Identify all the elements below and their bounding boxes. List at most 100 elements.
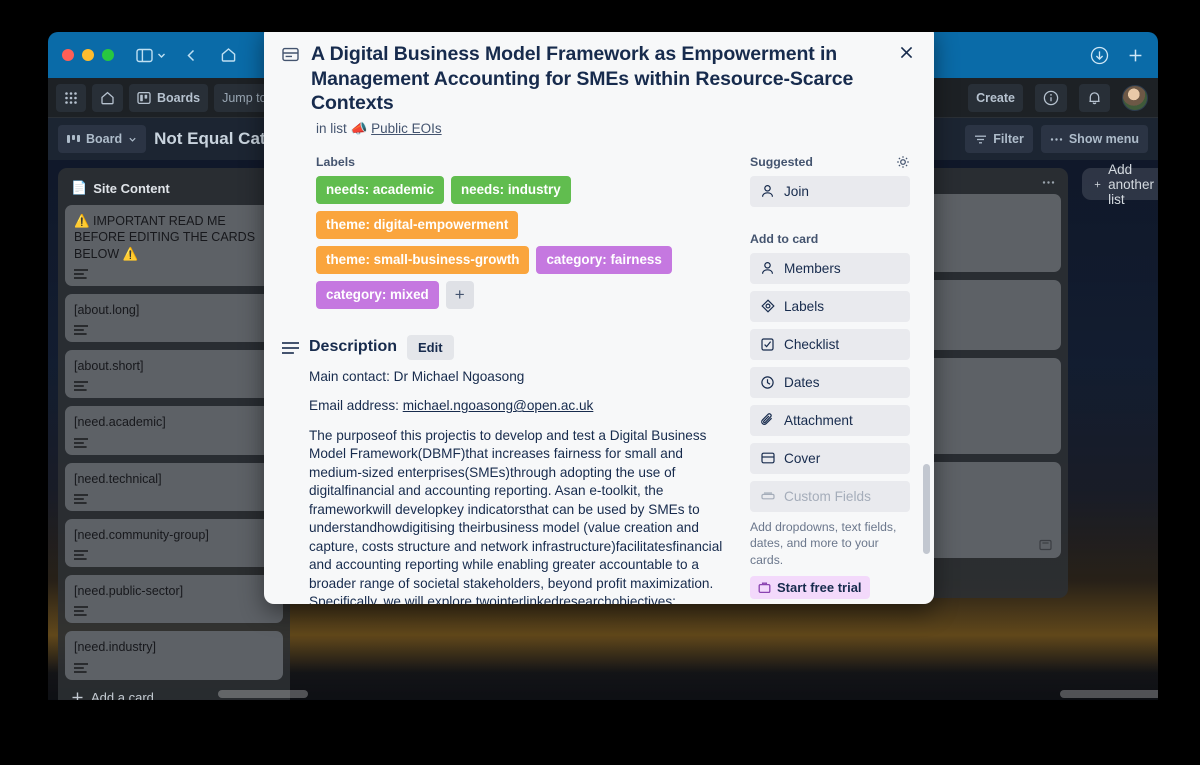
list-item[interactable]: [about.short]	[65, 350, 283, 399]
close-window-button[interactable]	[62, 49, 74, 61]
minimize-window-button[interactable]	[82, 49, 94, 61]
card-text: [about.long]	[74, 302, 140, 317]
label-chip[interactable]: category: fairness	[536, 245, 672, 274]
add-list-label: Add another list	[1108, 161, 1154, 207]
label-chip[interactable]: theme: small-business-growth	[316, 245, 530, 274]
card-text: [need.industry]	[74, 640, 156, 655]
board-view-switcher[interactable]: Board	[58, 125, 147, 153]
card-icon	[282, 47, 299, 116]
list-title[interactable]: 📄 Site Content	[65, 175, 283, 205]
ellipsis-icon	[1042, 181, 1055, 184]
maximize-window-button[interactable]	[102, 49, 114, 61]
email-line: Email address: michael.ngoasong@open.ac.…	[309, 397, 734, 415]
list-item[interactable]: [need.industry]	[65, 631, 283, 680]
suggested-label: Suggested	[750, 154, 813, 169]
in-list-prefix: in list	[316, 120, 347, 136]
attachment-label: Attachment	[784, 412, 853, 428]
chevron-down-icon	[129, 137, 136, 142]
list-item[interactable]: [need.public-sector]	[65, 575, 283, 624]
list-item[interactable]: [about.long]	[65, 293, 283, 342]
custom-fields-icon	[760, 491, 775, 502]
megaphone-icon: 📣	[350, 120, 368, 136]
notifications-icon[interactable]	[1079, 83, 1110, 112]
home-button[interactable]	[92, 83, 123, 112]
dates-label: Dates	[784, 374, 820, 390]
boards-button[interactable]: Boards	[129, 83, 209, 112]
labels-label: Labels	[784, 298, 825, 314]
create-button[interactable]: Create	[968, 83, 1023, 112]
label-chip[interactable]: category: mixed	[316, 280, 439, 309]
gear-icon[interactable]	[896, 155, 910, 169]
show-menu-button[interactable]: Show menu	[1040, 125, 1148, 153]
card-attachment-icon	[1039, 539, 1052, 551]
custom-fields-label: Custom Fields	[784, 488, 871, 504]
checklist-button[interactable]: Checklist	[750, 328, 910, 360]
sidebar-icon[interactable]	[136, 48, 153, 63]
card-text: [about.short]	[74, 359, 144, 373]
modal-scrollbar[interactable]	[923, 464, 930, 554]
paperclip-icon	[760, 413, 775, 427]
custom-fields-note: Add dropdowns, text fields, dates, and m…	[750, 519, 897, 567]
list-item[interactable]: [need.technical]	[65, 462, 283, 511]
new-tab-button[interactable]	[1127, 47, 1144, 64]
avatar[interactable]	[1122, 84, 1148, 111]
labels-button[interactable]: Labels	[750, 290, 910, 322]
labels-heading: Labels	[316, 154, 355, 169]
card-detail-modal: A Digital Business Model Framework as Em…	[264, 32, 934, 604]
description-badge-icon	[74, 325, 88, 335]
members-label: Members	[784, 260, 841, 276]
list-title-label: Site Content	[93, 180, 170, 196]
home-icon[interactable]	[220, 47, 237, 63]
list-item[interactable]: [need.community-group]	[65, 518, 283, 567]
label-chip[interactable]: theme: digital-empowerment	[316, 210, 519, 239]
description-icon	[282, 341, 299, 355]
description-badge-icon	[74, 493, 88, 504]
add-label-button[interactable]: +	[445, 280, 474, 309]
member-icon	[760, 184, 775, 198]
back-arrow-icon[interactable]	[185, 48, 198, 63]
board-title: Not Equal Catal	[154, 129, 280, 148]
start-free-trial-button[interactable]: Start free trial	[750, 576, 870, 600]
window-controls[interactable]	[62, 49, 114, 61]
custom-fields-button: Custom Fields	[750, 480, 910, 512]
email-link[interactable]: michael.ngoasong@open.ac.uk	[403, 398, 594, 413]
chevron-down-icon[interactable]	[156, 50, 167, 61]
close-icon[interactable]	[892, 38, 920, 66]
add-to-card-heading: Add to card	[750, 231, 819, 246]
list-item[interactable]: [need.academic]	[65, 406, 283, 455]
board-list-site-content: 📄 Site Content ⚠️ IMPORTANT READ ME BEFO…	[58, 168, 290, 700]
boards-label: Boards	[157, 90, 201, 105]
dates-button[interactable]: Dates	[750, 366, 910, 398]
join-button[interactable]: Join	[750, 175, 910, 207]
card-text: [need.academic]	[74, 415, 166, 430]
info-icon[interactable]	[1035, 83, 1067, 112]
description-badge-icon	[74, 606, 88, 617]
description-body: Main contact: Dr Michael Ngoasong Email …	[309, 368, 734, 604]
app-switcher-button[interactable]	[56, 83, 86, 112]
attachment-button[interactable]: Attachment	[750, 404, 910, 436]
show-menu-label: Show menu	[1068, 132, 1139, 146]
card-text: [need.public-sector]	[74, 584, 184, 598]
members-button[interactable]: Members	[750, 252, 910, 284]
description-badge-icon	[74, 268, 88, 279]
description-badge-icon	[74, 381, 88, 392]
description-badge-icon	[74, 662, 88, 673]
download-icon[interactable]	[1090, 46, 1109, 65]
list-link[interactable]: Public EOIs	[371, 121, 442, 136]
description-heading: Description	[309, 338, 398, 356]
filter-button[interactable]: Filter	[965, 125, 1033, 153]
clock-icon	[760, 375, 775, 389]
cover-icon	[760, 452, 775, 464]
horizontal-scrollbar[interactable]	[48, 690, 1158, 698]
list-item[interactable]: ⚠️ IMPORTANT READ ME BEFORE EDITING THE …	[65, 205, 283, 286]
card-text: ⚠️ IMPORTANT READ ME BEFORE EDITING THE …	[74, 214, 256, 261]
member-icon	[760, 261, 775, 275]
edit-description-button[interactable]: Edit	[407, 334, 454, 360]
cover-button[interactable]: Cover	[750, 442, 910, 474]
plus-icon	[1094, 181, 1101, 187]
labels-list: needs: academic needs: industry theme: d…	[316, 175, 734, 309]
label-chip[interactable]: needs: academic	[316, 175, 444, 204]
label-chip[interactable]: needs: industry	[450, 175, 571, 204]
browser-window: trello.com/c/YUPKK9ac/58-a-digital-busin…	[48, 32, 1158, 700]
add-another-list-button[interactable]: Add another list	[1082, 162, 1158, 207]
